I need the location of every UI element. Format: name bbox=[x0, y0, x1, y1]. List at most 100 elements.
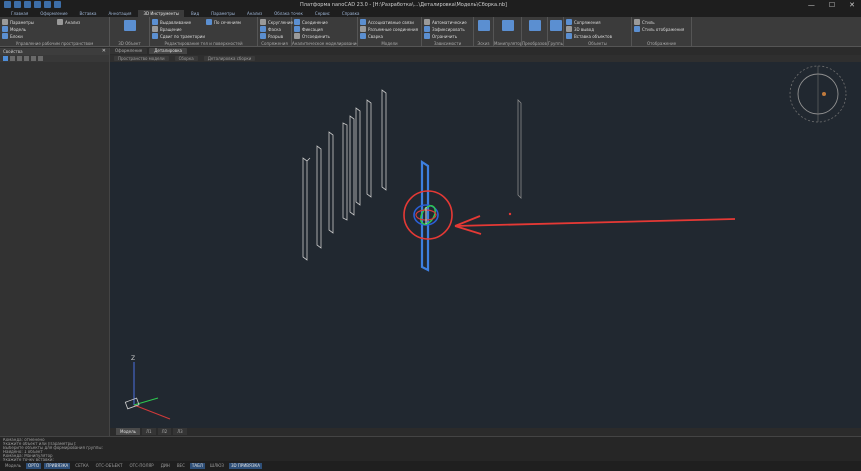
wireframe-plates[interactable] bbox=[302, 89, 522, 261]
ribbon-tab[interactable]: Анализ bbox=[242, 10, 267, 17]
ribbon-button[interactable]: 3D вывод bbox=[566, 26, 594, 32]
ribbon-button[interactable]: Сопряжения bbox=[566, 19, 601, 25]
maximize-button[interactable]: ☐ bbox=[829, 1, 835, 9]
ribbon-button[interactable]: Соединение bbox=[294, 19, 328, 25]
settings-icon[interactable] bbox=[38, 56, 43, 61]
ribbon-button[interactable]: Вставка объектов bbox=[566, 33, 612, 39]
new-file-icon[interactable] bbox=[14, 1, 21, 8]
status-toggle[interactable]: ПРИВЯЗКА bbox=[44, 463, 71, 469]
manipulator-gizmo[interactable] bbox=[413, 203, 439, 226]
selected-plate[interactable] bbox=[420, 159, 430, 272]
status-toggle[interactable]: Модель bbox=[3, 463, 23, 469]
viewport-canvas[interactable]: Z bbox=[110, 62, 861, 428]
document-tab[interactable]: Деталировка bbox=[149, 48, 187, 54]
document-tab[interactable]: Оформление bbox=[110, 48, 148, 54]
ribbon-group: Автоматические Зафиксировать Ограничить Зав… bbox=[422, 17, 474, 47]
ribbon-button[interactable]: Стиль отображения bbox=[634, 26, 684, 32]
ribbon-button[interactable] bbox=[502, 20, 514, 31]
ribbon-button[interactable]: Модель bbox=[2, 26, 26, 32]
ribbon-button[interactable]: Разъемные соединения bbox=[360, 26, 418, 32]
ribbon-group: 3D Объект bbox=[110, 17, 150, 47]
status-toggle[interactable]: ОТС-ОБЪЕКТ bbox=[94, 463, 125, 469]
ribbon-button-label: Скругление bbox=[268, 19, 293, 25]
ribbon-button[interactable]: Ограничить bbox=[424, 33, 457, 39]
ribbon-button[interactable]: Выдавливание bbox=[152, 19, 191, 25]
breadcrumb-item[interactable]: Сборка bbox=[174, 56, 198, 61]
ribbon-button[interactable]: Отсоединить bbox=[294, 33, 330, 39]
layers-icon[interactable] bbox=[31, 56, 36, 61]
undo-icon[interactable] bbox=[44, 1, 51, 8]
status-toggle[interactable]: СЕТКА bbox=[73, 463, 90, 469]
status-toggle[interactable]: 3D ПРИВЯЗКА bbox=[229, 463, 262, 469]
model-viewport[interactable]: Z bbox=[110, 62, 861, 428]
ribbon-tab[interactable]: Вид bbox=[186, 10, 204, 17]
status-toggle[interactable]: ТАБЛ bbox=[189, 463, 205, 469]
redo-icon[interactable] bbox=[54, 1, 61, 8]
ribbon-tab[interactable]: Параметры bbox=[206, 10, 240, 17]
status-toggle[interactable]: ОРТО bbox=[26, 463, 42, 469]
ribbon-button-label: 3D вывод bbox=[574, 26, 594, 32]
ribbon-tab[interactable]: 3D Инструменты bbox=[138, 10, 184, 17]
ribbon-button[interactable] bbox=[529, 20, 541, 31]
tool-icon bbox=[566, 26, 572, 32]
ribbon-button[interactable]: Разрыв bbox=[260, 33, 283, 39]
tool-icon bbox=[424, 33, 430, 39]
palette-close-button[interactable]: ✕ bbox=[102, 48, 106, 55]
breadcrumb-item[interactable]: Пространство модели bbox=[114, 56, 169, 61]
ribbon-tab[interactable]: Аннотация bbox=[104, 10, 137, 17]
ribbon-tab[interactable]: Главная bbox=[6, 10, 33, 17]
status-toggle[interactable]: ШЛЮЗ bbox=[208, 463, 226, 469]
quick-select-icon[interactable] bbox=[10, 56, 15, 61]
select-objects-icon[interactable] bbox=[3, 56, 8, 61]
breadcrumb-item[interactable]: Деталировка сборки bbox=[203, 56, 256, 61]
layout-tab[interactable]: Л3 bbox=[173, 428, 187, 435]
tool-icon bbox=[634, 26, 640, 32]
ribbon-button[interactable]: Скругление bbox=[260, 19, 293, 25]
window-title: Платформа nanoCAD 23.0 - [Н:\Разработка\… bbox=[300, 2, 507, 8]
ucs-icon: Z bbox=[124, 355, 171, 420]
ribbon-button[interactable]: Фиксация bbox=[294, 26, 323, 32]
ribbon-tab[interactable]: Облака точек bbox=[269, 10, 308, 17]
ribbon-button[interactable] bbox=[478, 20, 490, 31]
ribbon-button[interactable]: Стиль bbox=[634, 19, 655, 25]
ribbon-tab[interactable]: Вставка bbox=[75, 10, 102, 17]
ribbon-button[interactable]: Вращение bbox=[152, 26, 182, 32]
ribbon-button[interactable]: Сдвиг по траектории bbox=[152, 33, 205, 39]
minimize-button[interactable]: — bbox=[808, 1, 815, 9]
ribbon-button[interactable]: Блоки bbox=[2, 33, 23, 39]
layout-tab[interactable]: Л2 bbox=[157, 428, 172, 435]
ribbon-button[interactable]: Анализ bbox=[57, 19, 80, 25]
tool-icon bbox=[566, 19, 572, 25]
ribbon-button[interactable]: Параметры bbox=[2, 19, 34, 25]
ribbon-tab[interactable]: Сервис bbox=[310, 10, 335, 17]
ribbon-button-label: Анализ bbox=[65, 19, 81, 25]
ribbon-button-label: Сварка bbox=[368, 33, 384, 39]
ribbon-button[interactable] bbox=[124, 20, 136, 31]
toggle-pickadd-icon[interactable] bbox=[24, 56, 29, 61]
close-button[interactable]: ✕ bbox=[849, 1, 855, 9]
view-compass[interactable] bbox=[789, 65, 847, 123]
ribbon-button[interactable] bbox=[550, 20, 562, 31]
ribbon-tab[interactable]: Справка bbox=[337, 10, 365, 17]
command-line[interactable]: Команда: отменено Укажите объект или [Пар… bbox=[0, 436, 861, 462]
ribbon-button[interactable]: Зафиксировать bbox=[424, 26, 465, 32]
filter-icon[interactable] bbox=[17, 56, 22, 61]
ribbon-button[interactable]: Сварка bbox=[360, 33, 383, 39]
layout-tab[interactable]: Модель bbox=[116, 428, 141, 435]
properties-palette: Свойства ✕ bbox=[0, 48, 110, 436]
layout-tab[interactable]: Л1 bbox=[142, 428, 156, 435]
open-file-icon[interactable] bbox=[24, 1, 31, 8]
plate-5 bbox=[349, 115, 355, 216]
status-toggle[interactable]: ОТС-ПОЛЯР bbox=[128, 463, 156, 469]
ribbon-button[interactable]: По сечениям bbox=[206, 19, 241, 25]
ribbon-button[interactable]: Ассоциативные связи bbox=[360, 19, 414, 25]
ribbon-button-label: Блоки bbox=[10, 33, 23, 39]
tool-icon bbox=[124, 20, 136, 31]
ribbon-button[interactable]: Фаска bbox=[260, 26, 281, 32]
status-toggle[interactable]: ВЕС bbox=[175, 463, 187, 469]
ribbon-button[interactable]: Автоматические bbox=[424, 19, 467, 25]
save-icon[interactable] bbox=[34, 1, 41, 8]
app-menu-icon[interactable] bbox=[4, 1, 11, 8]
ribbon-tab[interactable]: Оформление bbox=[35, 10, 72, 17]
status-toggle[interactable]: ДИН bbox=[159, 463, 172, 469]
